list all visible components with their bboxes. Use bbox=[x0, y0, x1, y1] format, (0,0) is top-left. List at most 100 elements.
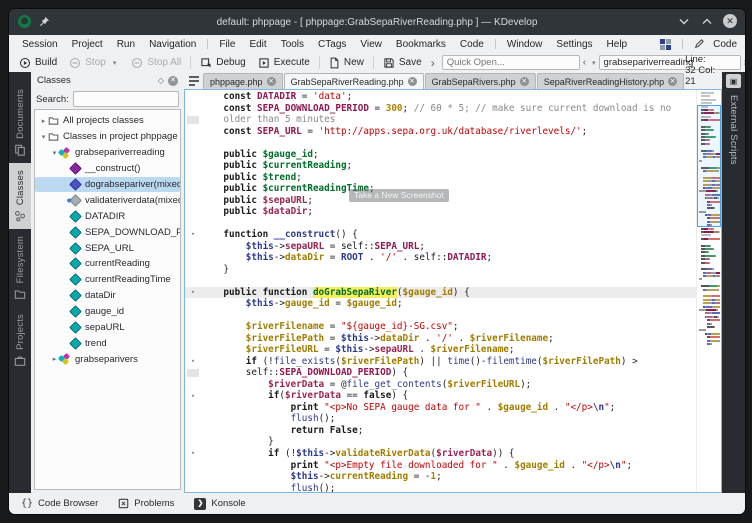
panel-close-icon[interactable]: ✕ bbox=[168, 76, 178, 86]
minimap-viewport[interactable] bbox=[697, 105, 721, 227]
tree-item-sepaurl[interactable]: sepaURL bbox=[35, 320, 180, 336]
code-line[interactable]: return False; bbox=[185, 425, 697, 437]
code-line[interactable] bbox=[185, 218, 697, 230]
code-line[interactable]: flush(); bbox=[185, 483, 697, 492]
tree-item-sepa-download-period[interactable]: SEPA_DOWNLOAD_PERIOD bbox=[35, 224, 180, 240]
external-scripts-tab[interactable]: External Scripts bbox=[728, 95, 739, 165]
session-grid-icon[interactable] bbox=[660, 39, 671, 50]
tree-item-sepa-url[interactable]: SEPA_URL bbox=[35, 240, 180, 256]
menu-help[interactable]: Help bbox=[600, 38, 635, 51]
code-line[interactable]: public $gauge_id; bbox=[185, 149, 697, 161]
fold-arrow-icon[interactable]: ▾ bbox=[191, 358, 195, 365]
execute-button[interactable]: Execute bbox=[252, 56, 316, 70]
menu-project[interactable]: Project bbox=[65, 38, 110, 51]
code-line[interactable]: $this->sepaURL = self::SEPA_URL; bbox=[185, 241, 697, 253]
editor-tab-grabseparivers.php[interactable]: GrabSepaRivers.php✕ bbox=[425, 73, 536, 89]
build-button[interactable]: Build bbox=[13, 56, 63, 70]
tree-item-trend[interactable]: trend bbox=[35, 335, 180, 351]
save-button[interactable]: Save bbox=[377, 56, 428, 70]
classes-search-input[interactable] bbox=[73, 91, 179, 107]
tree-item-currentreading[interactable]: currentReading bbox=[35, 256, 180, 272]
toolview-button-konsole[interactable]: ❯Konsole bbox=[194, 498, 245, 510]
code-line[interactable]: $riverFileURL = $this->sepaURL . $riverF… bbox=[185, 344, 697, 356]
nav-forward-icon[interactable]: › bbox=[741, 57, 746, 68]
code-line[interactable]: ▾ function __construct() { bbox=[185, 229, 697, 241]
editor-tab-grabsepariverreading.php[interactable]: GrabSepaRiverReading.php✕ bbox=[284, 73, 424, 89]
code-line[interactable]: older than 5 minutes bbox=[185, 114, 697, 126]
external-scripts-icon[interactable]: ▣ bbox=[726, 74, 741, 88]
tree-item-validateriverdata-mixed-[interactable]: validateriverdata(mixed) bbox=[35, 192, 180, 208]
tree-item-gauge-id[interactable]: gauge_id bbox=[35, 304, 180, 320]
pin-icon[interactable] bbox=[39, 16, 50, 27]
tree-item-all-projects-classes[interactable]: ▸All projects classes bbox=[35, 113, 180, 129]
code-line[interactable]: const SEPA_DOWNLOAD_PERIOD = 300; // 60 … bbox=[185, 103, 697, 115]
code-line[interactable]: const SEPA_URL = 'http://apps.sepa.org.u… bbox=[185, 126, 697, 138]
tree-item-grabsepariverreading[interactable]: ▾grabsepariverreading bbox=[35, 145, 180, 161]
code-line[interactable]: $this->currentReading = -1; bbox=[185, 471, 697, 483]
nav-back-dropdown-icon[interactable]: ▾ bbox=[589, 59, 599, 67]
code-line[interactable]: $this->gauge_id = $gauge_id; bbox=[185, 298, 697, 310]
sidebar-tab-documents[interactable]: Documents bbox=[9, 82, 31, 163]
tree-item-grabseparivers[interactable]: ▸grabseparivers bbox=[35, 351, 180, 367]
toolbar-overflow-icon[interactable]: › bbox=[428, 56, 438, 70]
code-line[interactable]: public $currentReading; bbox=[185, 160, 697, 172]
menu-window[interactable]: Window bbox=[500, 38, 550, 51]
minimap-scrollbar[interactable] bbox=[696, 90, 721, 492]
diamond-icon[interactable]: ◇ bbox=[158, 76, 164, 85]
code-line[interactable]: $this->dataDir = ROOT . '/' . self::DATA… bbox=[185, 252, 697, 264]
tree-item-datadir[interactable]: DATADIR bbox=[35, 208, 180, 224]
stop-all-button[interactable]: Stop All bbox=[125, 56, 187, 70]
tab-close-icon[interactable]: ✕ bbox=[668, 77, 677, 86]
code-line[interactable]: ▾ public function doGrabSepaRiver($gauge… bbox=[185, 287, 697, 299]
tree-expander-icon[interactable]: ▸ bbox=[39, 117, 48, 125]
code-line[interactable]: self::SEPA_DOWNLOAD_PERIOD) { bbox=[185, 367, 697, 379]
quick-open-input[interactable] bbox=[442, 55, 580, 70]
document-list-icon[interactable] bbox=[187, 74, 201, 88]
code-line[interactable] bbox=[185, 310, 697, 322]
menu-tools[interactable]: Tools bbox=[274, 38, 311, 51]
code-editor[interactable]: const DATADIR = 'data'; const SEPA_DOWNL… bbox=[184, 89, 722, 493]
menu-view[interactable]: View bbox=[353, 38, 389, 51]
code-line[interactable]: ▾ if (!$this->validateRiverData($riverDa… bbox=[185, 448, 697, 460]
editor-tab-phppage.php[interactable]: phppage.php✕ bbox=[203, 73, 283, 89]
tab-close-icon[interactable]: ✕ bbox=[408, 77, 417, 86]
code-line[interactable]: $riverFilename = "${gauge_id}-SG.csv"; bbox=[185, 321, 697, 333]
code-line[interactable]: const DATADIR = 'data'; bbox=[185, 91, 697, 103]
new-button[interactable]: New bbox=[323, 56, 370, 70]
tree-item-datadir[interactable]: dataDir bbox=[35, 288, 180, 304]
menu-ctags[interactable]: CTags bbox=[311, 38, 353, 51]
tree-item-dograbsepariver-mixed-[interactable]: dograbsepariver(mixed) bbox=[35, 177, 180, 193]
tree-item-currentreadingtime[interactable]: currentReadingTime bbox=[35, 272, 180, 288]
code-line[interactable]: } bbox=[185, 264, 697, 276]
menu-navigation[interactable]: Navigation bbox=[142, 38, 203, 51]
menu-run[interactable]: Run bbox=[110, 38, 142, 51]
sidebar-tab-projects[interactable]: Projects bbox=[9, 307, 31, 374]
tree-item-classes-in-project-phppage[interactable]: ▾Classes in project phppage bbox=[35, 129, 180, 145]
toolview-button-problems[interactable]: Problems bbox=[118, 498, 174, 509]
menu-session[interactable]: Session bbox=[15, 38, 65, 51]
menu-file[interactable]: File bbox=[212, 38, 242, 51]
fold-arrow-icon[interactable]: ▾ bbox=[191, 450, 195, 457]
code-line[interactable]: $riverFilePath = $this->dataDir . '/' . … bbox=[185, 333, 697, 345]
tree-item--construct-[interactable]: __construct() bbox=[35, 161, 180, 177]
tab-close-icon[interactable]: ✕ bbox=[520, 77, 529, 86]
menu-code[interactable]: Code bbox=[453, 38, 491, 51]
menu-settings[interactable]: Settings bbox=[549, 38, 599, 51]
stop-button[interactable]: Stop▾ bbox=[63, 56, 125, 70]
code-line[interactable]: ▾ if (!file_exists($riverFilePath) || ti… bbox=[185, 356, 697, 368]
code-menu-button[interactable]: Code bbox=[711, 38, 739, 51]
editor-tab-separiverreadinghistory.php[interactable]: SepaRiverReadingHistory.php✕ bbox=[537, 73, 684, 89]
code-line[interactable]: public $dataDir; bbox=[185, 206, 697, 218]
dropdown-arrow-icon[interactable]: ▾ bbox=[110, 59, 120, 67]
menu-bookmarks[interactable]: Bookmarks bbox=[389, 38, 453, 51]
shade-button[interactable] bbox=[677, 14, 691, 28]
menu-edit[interactable]: Edit bbox=[242, 38, 273, 51]
sidebar-tab-classes[interactable]: Classes bbox=[9, 163, 31, 229]
code-line[interactable] bbox=[185, 275, 697, 287]
code-line[interactable]: $riverData = @file_get_contents($riverFi… bbox=[185, 379, 697, 391]
code-line[interactable]: } bbox=[185, 436, 697, 448]
sidebar-tab-filesystem[interactable]: Filesystem bbox=[9, 229, 31, 307]
maximize-button[interactable] bbox=[700, 14, 714, 28]
close-button[interactable]: ✕ bbox=[723, 14, 737, 28]
tab-close-icon[interactable]: ✕ bbox=[267, 77, 276, 86]
